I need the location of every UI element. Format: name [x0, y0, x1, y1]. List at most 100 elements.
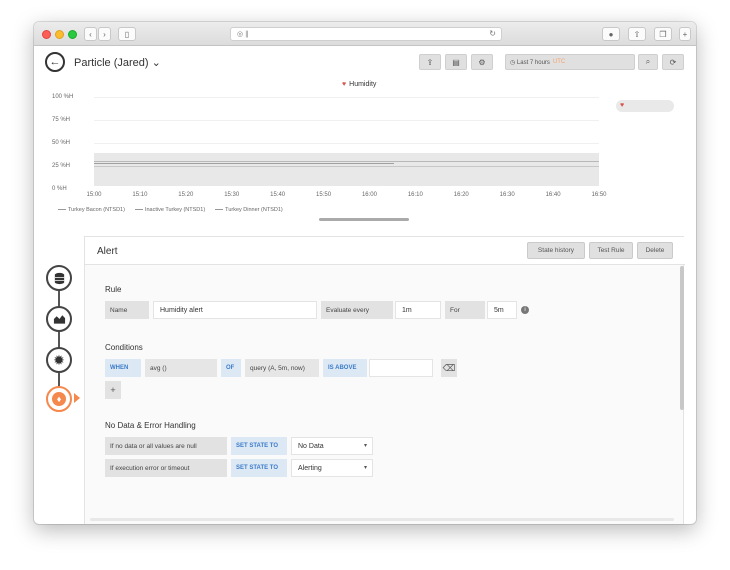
heart-icon: ♥: [342, 81, 347, 88]
rule-name-input[interactable]: Humidity alert: [153, 301, 317, 319]
share-dashboard-icon[interactable]: ⇪: [419, 54, 441, 70]
back-arrow-icon[interactable]: ←: [45, 52, 65, 72]
reducer-select[interactable]: avg (): [145, 359, 217, 377]
extension-icon[interactable]: ●: [602, 27, 620, 41]
panel-bottom-divider: [90, 518, 674, 521]
when-keyword: WHEN: [105, 359, 141, 377]
dashboard-title[interactable]: Particle (Jared) ⌄: [74, 56, 161, 69]
legend-item[interactable]: Turkey Dinner (NTSD1): [215, 207, 283, 213]
x-tick: 16:10: [407, 192, 423, 198]
browser-toolbar: ‹ › ▯ ◎ ∥ ↻ ● ⇧ ❐ +: [34, 22, 696, 46]
error-state-select[interactable]: Alerting ▾: [291, 459, 373, 477]
new-tab-icon[interactable]: +: [679, 27, 691, 41]
gridline: [94, 120, 599, 121]
for-label: For: [445, 301, 485, 319]
name-label: Name: [105, 301, 149, 319]
rule-section-title: Rule: [105, 285, 122, 294]
close-window-button[interactable]: [42, 30, 51, 39]
y-tick: 75 %H: [52, 117, 71, 123]
refresh-icon[interactable]: ⟳: [662, 54, 684, 70]
share-icon[interactable]: ⇧: [628, 27, 646, 41]
zoom-out-icon[interactable]: ⌕: [638, 54, 658, 70]
evaluate-every-label: Evaluate every: [321, 301, 393, 319]
minimize-window-button[interactable]: [55, 30, 64, 39]
add-condition-button[interactable]: +: [105, 381, 121, 399]
evaluate-every-input[interactable]: 1m: [395, 301, 441, 319]
alert-panel: Alert State history Test Rule Delete Rul…: [84, 236, 685, 524]
graph-title: ♥ Humidity: [342, 81, 377, 88]
gridline: [94, 97, 599, 98]
resize-handle[interactable]: [319, 218, 409, 221]
set-state-keyword: SET STATE TO: [231, 437, 287, 455]
reload-icon[interactable]: ↻: [489, 29, 496, 38]
no-data-section-title: No Data & Error Handling: [105, 421, 196, 430]
info-icon[interactable]: i: [521, 306, 529, 314]
x-tick: 15:40: [270, 192, 286, 198]
for-input[interactable]: 5m: [487, 301, 517, 319]
legend-item[interactable]: Inactive Turkey (NTSD1): [134, 207, 205, 213]
series-line: [94, 166, 599, 167]
settings-icon[interactable]: ⚙: [471, 54, 493, 70]
gear-icon: ✹: [53, 351, 65, 368]
set-state-keyword: SET STATE TO: [231, 459, 287, 477]
forward-icon[interactable]: ›: [98, 27, 111, 41]
address-bar[interactable]: ◎ ∥ ↻: [230, 27, 502, 41]
time-range-picker[interactable]: ◷ Last 7 hours UTC: [505, 54, 635, 70]
y-tick: 100 %H: [52, 94, 74, 100]
x-tick: 16:40: [545, 192, 561, 198]
evaluator-select[interactable]: IS ABOVE: [323, 359, 367, 377]
x-tick: 15:30: [224, 192, 240, 198]
x-tick: 15:10: [132, 192, 148, 198]
url-text: ◎ ∥: [237, 31, 249, 38]
zoom-window-button[interactable]: [68, 30, 77, 39]
time-range-label: ◷ Last 7 hours: [510, 59, 550, 66]
sidebar-icon[interactable]: ▯: [118, 27, 136, 41]
alert-state-legend: ♥: [616, 100, 674, 112]
legend-item[interactable]: Turkey Bacon (NTSD1): [58, 207, 125, 213]
database-icon: [54, 272, 64, 284]
x-tick: 15:20: [178, 192, 194, 198]
timezone-label: UTC: [552, 59, 566, 65]
editor-tab-connector: [58, 278, 60, 393]
query-select[interactable]: query (A, 5m, now): [245, 359, 319, 377]
delete-button[interactable]: Delete: [637, 242, 673, 259]
trash-icon[interactable]: ⌫: [441, 359, 457, 377]
bell-icon: ♦: [52, 392, 66, 406]
y-tick: 0 %H: [52, 186, 67, 192]
dashboard-navbar: ← Particle (Jared) ⌄ ⇪ ▤ ⚙ ◷ Last 7 hour…: [34, 46, 696, 78]
conditions-section-title: Conditions: [105, 343, 143, 352]
alert-header: Alert State history Test Rule Delete: [85, 237, 685, 265]
x-tick: 16:00: [361, 192, 377, 198]
tabs-icon[interactable]: ❐: [654, 27, 672, 41]
alert-tab-icon[interactable]: ♦: [46, 386, 72, 412]
x-tick: 15:00: [86, 192, 102, 198]
plot-area[interactable]: [94, 153, 599, 186]
no-data-state-select[interactable]: No Data ▾: [291, 437, 373, 455]
active-tab-indicator: [74, 393, 80, 403]
x-tick: 15:50: [316, 192, 332, 198]
no-data-condition-label: If no data or all values are null: [105, 437, 227, 455]
caret-down-icon: ▾: [363, 443, 367, 449]
threshold-input[interactable]: [369, 359, 433, 377]
queries-tab-icon[interactable]: [46, 265, 72, 291]
gridline: [94, 143, 599, 144]
general-tab-icon[interactable]: ✹: [46, 347, 72, 373]
visualization-tab-icon[interactable]: [46, 306, 72, 332]
series-line: [94, 161, 599, 163]
test-rule-button[interactable]: Test Rule: [589, 242, 633, 259]
x-tick: 16:30: [499, 192, 515, 198]
panel-scrollbar[interactable]: [680, 266, 684, 410]
y-tick: 25 %H: [52, 163, 71, 169]
error-condition-label: If execution error or timeout: [105, 459, 227, 477]
graph-legend: Turkey Bacon (NTSD1) Inactive Turkey (NT…: [58, 207, 283, 213]
chart-icon: [53, 315, 65, 324]
save-dashboard-icon[interactable]: ▤: [445, 54, 467, 70]
state-history-button[interactable]: State history: [527, 242, 585, 259]
y-tick: 50 %H: [52, 140, 71, 146]
browser-window: ‹ › ▯ ◎ ∥ ↻ ● ⇧ ❐ + ← Particle (Jared) ⌄…: [34, 22, 696, 524]
of-keyword: OF: [221, 359, 241, 377]
series-line: [94, 163, 394, 165]
caret-down-icon: ▾: [363, 465, 367, 471]
x-tick: 16:50: [591, 192, 607, 198]
back-icon[interactable]: ‹: [84, 27, 97, 41]
